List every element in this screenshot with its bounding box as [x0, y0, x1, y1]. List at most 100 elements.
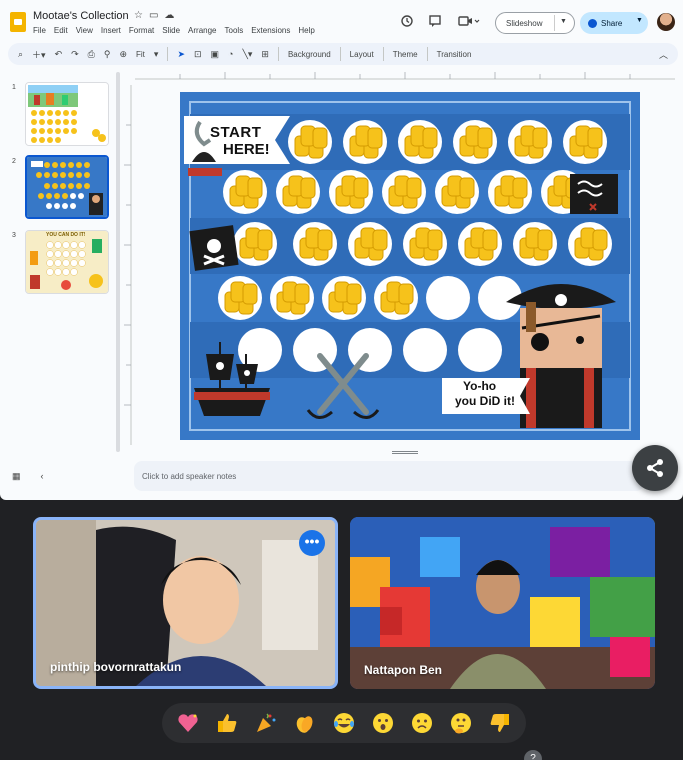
slides-logo-icon[interactable]: [10, 12, 26, 32]
slide-thumbnail-3[interactable]: YOU CAN DO IT!: [25, 230, 109, 294]
share-button[interactable]: Share ▼: [580, 12, 648, 34]
thumb-number: 1: [12, 84, 16, 91]
thinking-face-icon[interactable]: [446, 708, 476, 738]
sad-face-icon[interactable]: [407, 708, 437, 738]
coin-stack: [537, 229, 553, 251]
document-title[interactable]: Mootae's Collection: [33, 10, 129, 22]
skull-flag-left: [189, 225, 239, 271]
insert-comment-icon[interactable]: ⊞: [261, 49, 269, 60]
coin-stack: [512, 177, 528, 199]
zoom-select[interactable]: Fit: [136, 50, 145, 59]
menu-file[interactable]: File: [33, 26, 46, 35]
coin-stack: [427, 229, 443, 251]
text-box-icon[interactable]: ⊡: [194, 49, 202, 60]
filmstrip-scrollbar[interactable]: [116, 72, 120, 452]
menu-tools[interactable]: Tools: [225, 26, 244, 35]
undo-icon[interactable]: ↶: [55, 49, 63, 60]
chevron-down-icon[interactable]: ▾: [154, 49, 159, 60]
coin-slot: [403, 328, 447, 372]
menu-insert[interactable]: Insert: [101, 26, 121, 35]
paint-format-icon[interactable]: ⚲: [104, 49, 111, 60]
coin-stack: [398, 283, 414, 305]
star-icon[interactable]: ☆: [134, 10, 143, 21]
redo-icon[interactable]: ↷: [71, 49, 79, 60]
menu-arrange[interactable]: Arrange: [188, 26, 216, 35]
sparkling-heart-icon[interactable]: [173, 708, 203, 738]
slideshow-divider: [554, 15, 555, 31]
new-slide-icon[interactable]: ＋▾: [32, 48, 46, 61]
slide-canvas[interactable]: START HERE! Yo-ho you DiD it!: [180, 92, 640, 440]
menu-slide[interactable]: Slide: [162, 26, 180, 35]
toolbar-divider: [277, 47, 279, 61]
chevron-down-icon[interactable]: ▼: [636, 17, 643, 24]
slideshow-button[interactable]: Slideshow ▼: [495, 12, 575, 34]
menu-extensions[interactable]: Extensions: [251, 26, 290, 35]
thumbs-down-icon[interactable]: [485, 708, 515, 738]
menu-help[interactable]: Help: [298, 26, 314, 35]
grid-view-icon[interactable]: ▦: [12, 471, 21, 482]
toolbar-divider: [339, 47, 341, 61]
slide-thumbnail-1[interactable]: [25, 82, 109, 146]
search-menus-icon[interactable]: ⌕: [18, 49, 23, 60]
collapse-panel-icon[interactable]: ‹: [41, 471, 44, 482]
zoom-icon[interactable]: ⊕: [119, 49, 127, 60]
theme-button[interactable]: Theme: [393, 50, 418, 59]
share-label: Share: [601, 18, 623, 28]
banner-line-1: Yo-ho: [463, 379, 497, 393]
participant-tile-1[interactable]: ••• pinthip bovornrattakun: [33, 517, 338, 689]
coin-stack: [422, 127, 438, 149]
title-icons: ☆ ▭ ☁: [134, 10, 174, 21]
print-icon[interactable]: ⎙: [88, 49, 95, 60]
view-controls: ▦ ‹: [12, 471, 44, 482]
toolbar-divider: [426, 47, 428, 61]
speaker-notes[interactable]: Click to add speaker notes: [134, 461, 644, 491]
chevron-down-icon[interactable]: ▼: [560, 18, 567, 25]
menu-view[interactable]: View: [76, 26, 93, 35]
coin-stack: [532, 127, 548, 149]
share-screen-button[interactable]: [632, 445, 678, 491]
toolbar-divider: [167, 47, 169, 61]
here-label: HERE!: [223, 141, 270, 158]
slide-thumbnail-2[interactable]: [25, 155, 109, 219]
thumbs-up-icon[interactable]: [212, 708, 242, 738]
reaction-bar: [162, 703, 526, 743]
cloud-status-icon[interactable]: ☁: [164, 10, 174, 21]
tears-of-joy-icon[interactable]: [329, 708, 359, 738]
coin-stack: [459, 177, 475, 199]
participant-name: pinthip bovornrattakun: [50, 660, 182, 674]
history-icon[interactable]: [400, 14, 414, 28]
slides-window: Mootae's Collection ☆ ▭ ☁ File Edit View…: [0, 0, 683, 500]
comments-icon[interactable]: [428, 14, 442, 28]
participant-tile-2[interactable]: Nattapon Ben: [350, 517, 655, 689]
avatar[interactable]: [657, 13, 675, 31]
horizontal-ruler: [135, 72, 675, 80]
background-button[interactable]: Background: [288, 50, 331, 59]
coin-stack: [406, 177, 422, 199]
coin-slot: [426, 276, 470, 320]
shape-icon[interactable]: ◔: [228, 49, 233, 59]
notes-resize-handle[interactable]: [392, 451, 418, 454]
move-folder-icon[interactable]: ▭: [149, 10, 158, 21]
thumb-number: 2: [12, 158, 16, 165]
image-icon[interactable]: ▣: [211, 49, 220, 60]
menu-edit[interactable]: Edit: [54, 26, 68, 35]
coin-stack: [367, 127, 383, 149]
vertical-ruler: [124, 85, 132, 445]
layout-button[interactable]: Layout: [350, 50, 374, 59]
select-cursor-icon[interactable]: ➤: [177, 49, 185, 60]
wave-flag-right: [570, 174, 618, 214]
collapse-toolbar-icon[interactable]: ︿: [659, 48, 668, 61]
clapping-hands-icon[interactable]: [290, 708, 320, 738]
thumb-number: 3: [12, 232, 16, 239]
meet-video-icon[interactable]: [458, 14, 480, 28]
coin-stack: [247, 177, 263, 199]
coin-stack: [587, 127, 603, 149]
transition-button[interactable]: Transition: [437, 50, 472, 59]
coin-stack: [257, 229, 273, 251]
menu-format[interactable]: Format: [129, 26, 154, 35]
line-icon[interactable]: ╲▾: [242, 49, 252, 60]
surprised-face-icon[interactable]: [368, 708, 398, 738]
help-icon[interactable]: ?: [524, 750, 542, 760]
party-popper-icon[interactable]: [251, 708, 281, 738]
more-options-button[interactable]: •••: [299, 530, 325, 556]
